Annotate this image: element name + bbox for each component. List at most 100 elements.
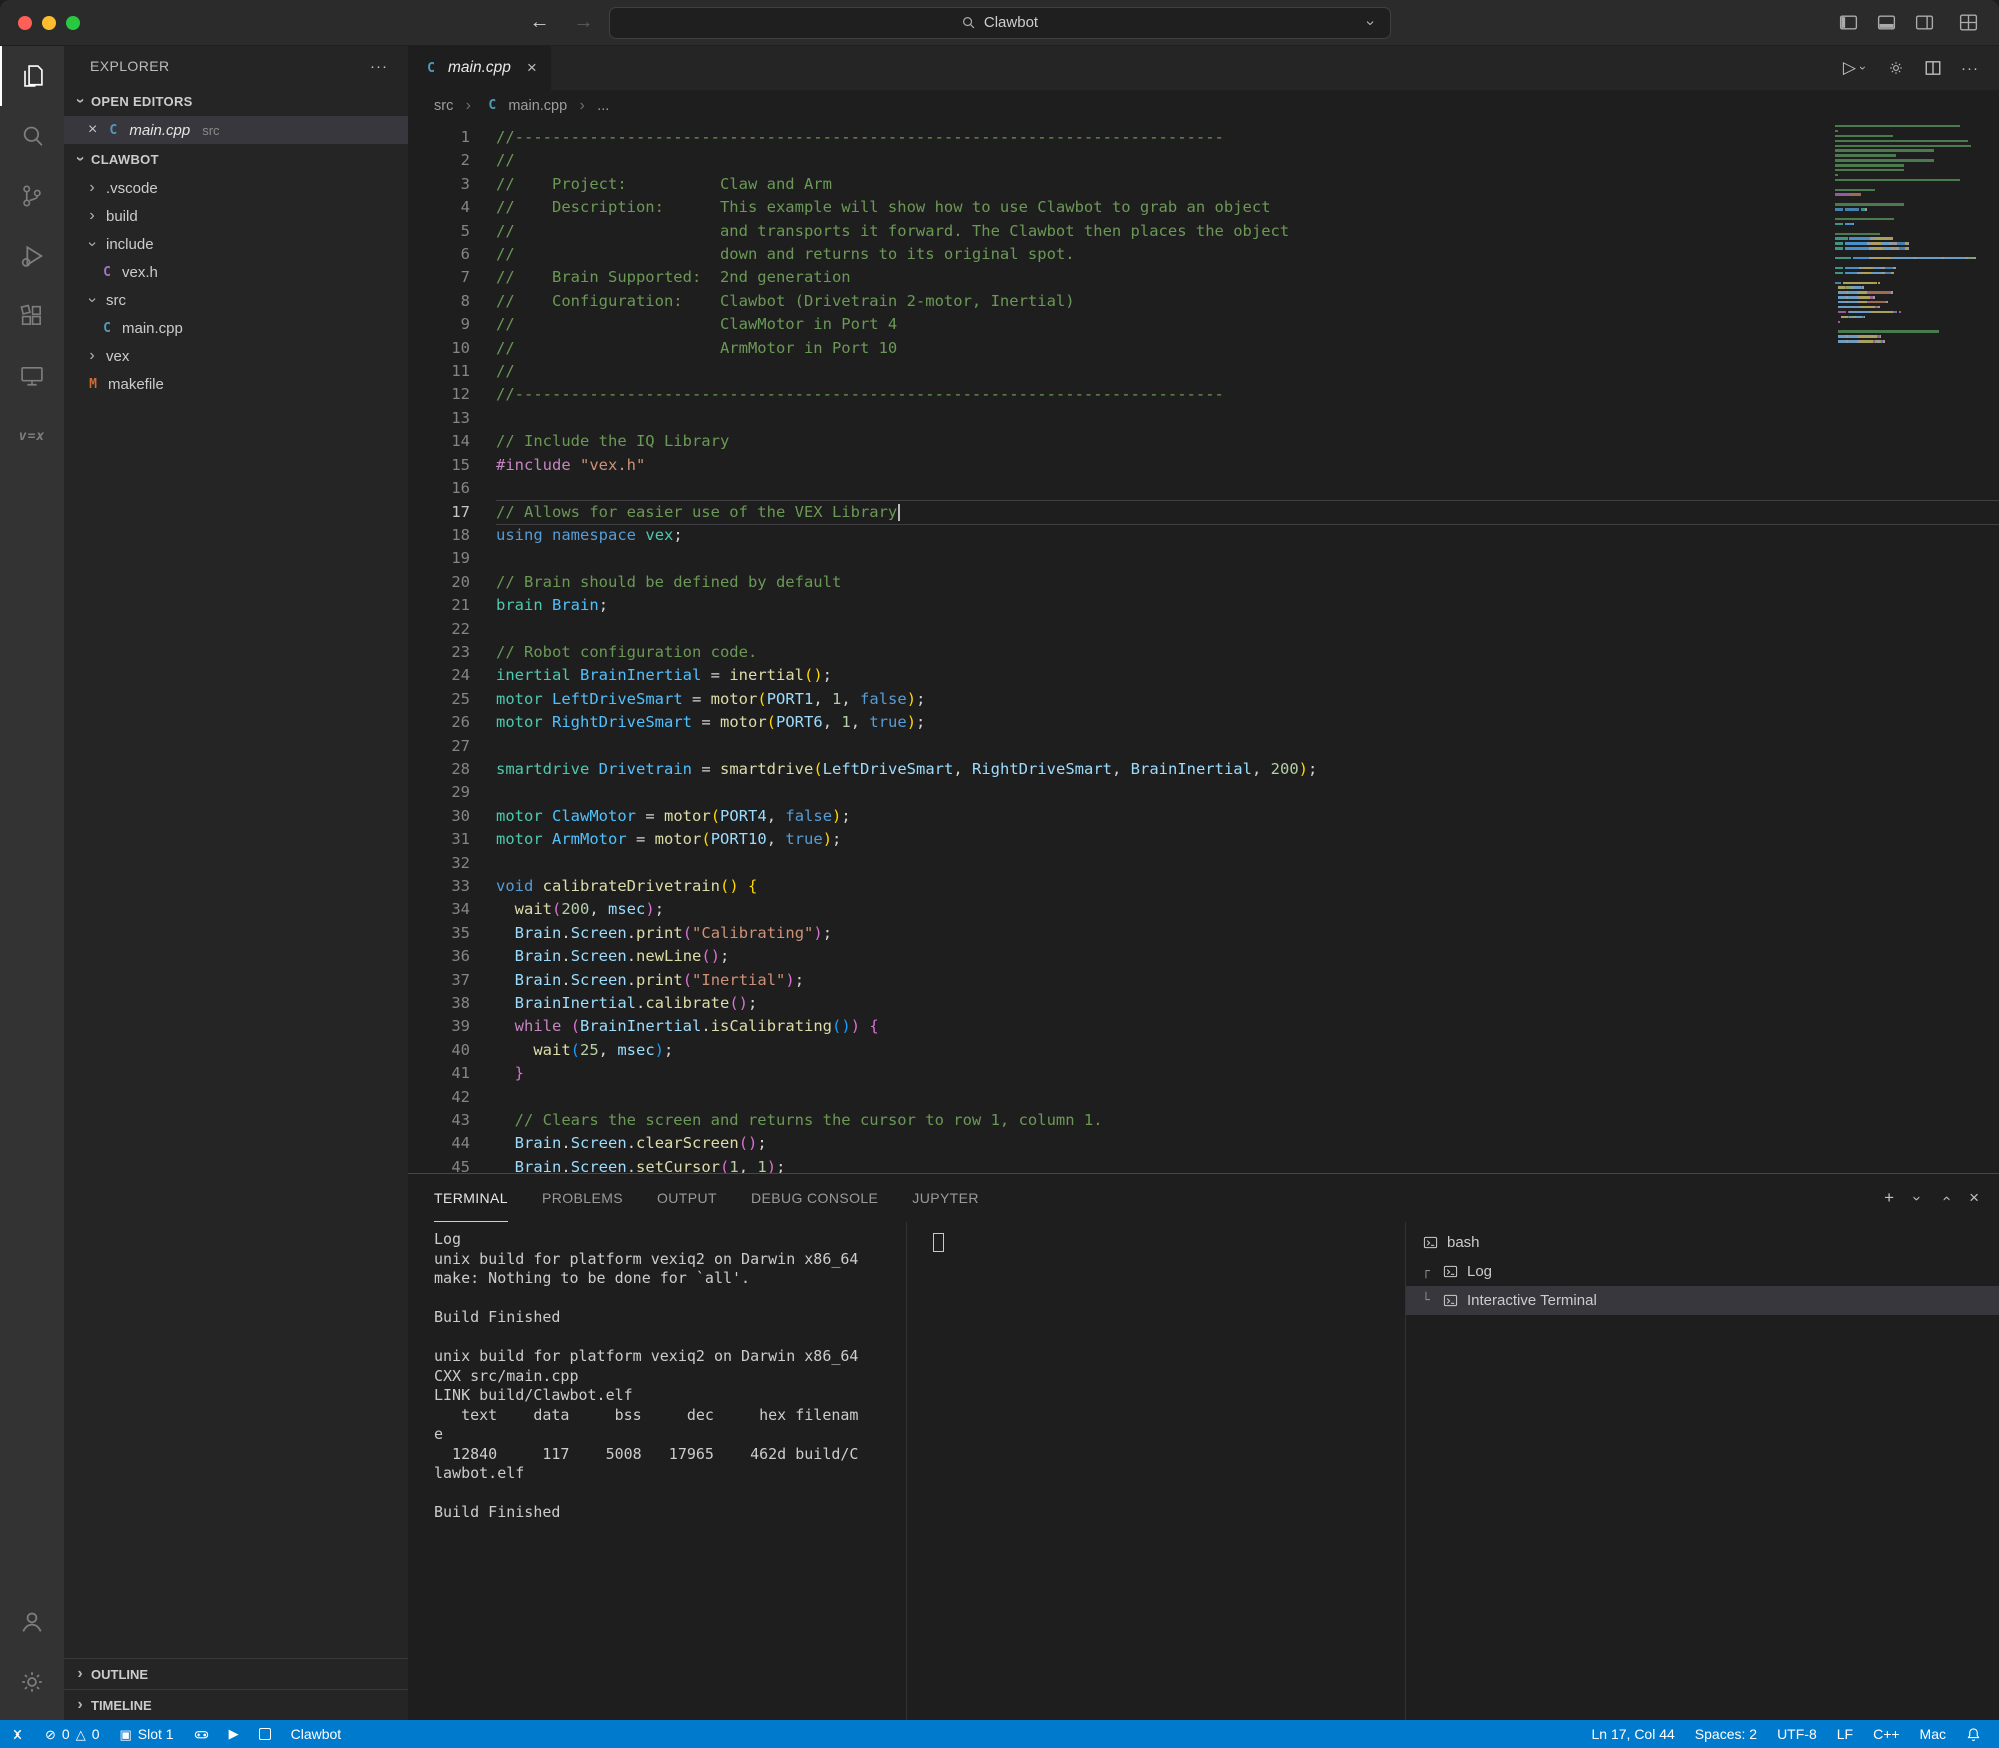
activity-run-and-debug[interactable] [0, 226, 64, 286]
code-line-23[interactable]: 23// Robot configuration code. [408, 641, 1999, 664]
split-editor-button[interactable] [1924, 59, 1942, 77]
activity-explorer[interactable] [0, 46, 64, 106]
panel-tab-problems[interactable]: PROBLEMS [542, 1174, 623, 1222]
activity-settings[interactable] [0, 1652, 64, 1712]
line-number[interactable]: 39 [408, 1015, 496, 1038]
line-number[interactable]: 25 [408, 688, 496, 711]
line-number[interactable]: 18 [408, 524, 496, 547]
line-number[interactable]: 13 [408, 407, 496, 430]
tree-folder-src[interactable]: › src [64, 286, 408, 314]
code-line-28[interactable]: 28 smartdrive Drivetrain = smartdrive(Lef… [408, 758, 1999, 781]
breadcrumb-main-cpp[interactable]: main.cpp [508, 98, 567, 114]
more-actions-button[interactable]: ··· [1961, 60, 1979, 77]
line-number[interactable]: 11 [408, 360, 496, 383]
outline-section[interactable]: › OUTLINE [64, 1658, 408, 1689]
line-number[interactable]: 5 [408, 220, 496, 243]
code-line-31[interactable]: 31 motor ArmMotor = motor(PORT10, true); [408, 828, 1999, 851]
encoding-indicator[interactable]: UTF-8 [1767, 1720, 1827, 1748]
line-number[interactable]: 9 [408, 313, 496, 336]
project-header[interactable]: › CLAWBOT [64, 144, 408, 174]
toggle-sidebar-right-button[interactable] [1914, 12, 1935, 33]
code-line-5[interactable]: 5// and transports it forward. The Clawb… [408, 220, 1999, 243]
activity-extensions[interactable] [0, 286, 64, 346]
code-editor[interactable]: 1//-------------------------------------… [408, 121, 1999, 1173]
code-line-29[interactable]: 29 [408, 781, 1999, 804]
breadcrumb-symbol[interactable]: ... [597, 98, 609, 114]
code-line-37[interactable]: 37 Brain.Screen.print("Inertial"); [408, 969, 1999, 992]
timeline-section[interactable]: › TIMELINE [64, 1689, 408, 1720]
code-line-10[interactable]: 10// ArmMotor in Port 10 [408, 337, 1999, 360]
new-terminal-button[interactable]: + [1884, 1188, 1894, 1208]
settings-gear-icon[interactable] [1887, 59, 1905, 77]
command-center[interactable]: Clawbot › [608, 6, 1391, 39]
mac-minimize-button[interactable] [42, 15, 56, 30]
line-number[interactable]: 29 [408, 781, 496, 804]
activity-source-control[interactable] [0, 166, 64, 226]
code-line-40[interactable]: 40 wait(25, msec); [408, 1039, 1999, 1062]
mac-close-button[interactable] [18, 15, 32, 30]
tree-file-makefile[interactable]: Mmakefile [64, 370, 408, 398]
line-number[interactable]: 35 [408, 922, 496, 945]
run-program-button[interactable]: ▶ [219, 1720, 249, 1748]
code-line-22[interactable]: 22 [408, 618, 1999, 641]
code-line-2[interactable]: 2// [408, 149, 1999, 172]
code-line-9[interactable]: 9// ClawMotor in Port 4 [408, 313, 1999, 336]
tree-folder-build[interactable]: › build [64, 202, 408, 230]
line-number[interactable]: 45 [408, 1156, 496, 1173]
terminal-log-pane[interactable]: Log unix build for platform vexiq2 on Dar… [408, 1222, 907, 1720]
code-line-24[interactable]: 24 inertial BrainInertial = inertial(); [408, 664, 1999, 687]
code-line-35[interactable]: 35 Brain.Screen.print("Calibrating"); [408, 922, 1999, 945]
code-line-25[interactable]: 25 motor LeftDriveSmart = motor(PORT1, 1,… [408, 688, 1999, 711]
close-panel-button[interactable]: × [1969, 1188, 1979, 1208]
terminal-item-bash[interactable]: bash [1406, 1228, 1999, 1257]
stop-program-button[interactable] [249, 1720, 281, 1748]
tree-folder-vex[interactable]: › vex [64, 342, 408, 370]
terminal-item-log[interactable]: ┌ Log [1406, 1257, 1999, 1286]
activity-search[interactable] [0, 106, 64, 166]
tab-main-cpp[interactable]: C main.cpp × [408, 46, 551, 90]
line-number[interactable]: 1 [408, 126, 496, 149]
problems-indicator[interactable]: ⊘ 0 △ 0 [35, 1720, 110, 1748]
line-number[interactable]: 17 [408, 501, 496, 524]
line-number[interactable]: 10 [408, 337, 496, 360]
slot-selector[interactable]: ▣ Slot 1 [110, 1720, 184, 1748]
more-actions-icon[interactable]: ··· [370, 58, 388, 75]
tree-folder-vscode[interactable]: › .vscode [64, 174, 408, 202]
cursor-position[interactable]: Ln 17, Col 44 [1582, 1720, 1685, 1748]
line-number[interactable]: 38 [408, 992, 496, 1015]
forward-button[interactable]: → [574, 11, 594, 34]
controller-button[interactable] [184, 1720, 219, 1748]
code-line-41[interactable]: 41 } [408, 1062, 1999, 1085]
line-number[interactable]: 37 [408, 969, 496, 992]
line-number[interactable]: 36 [408, 945, 496, 968]
tree-folder-include[interactable]: › include [64, 230, 408, 258]
line-number[interactable]: 15 [408, 454, 496, 477]
line-number[interactable]: 42 [408, 1086, 496, 1109]
line-number[interactable]: 8 [408, 290, 496, 313]
code-line-4[interactable]: 4// Description: This example will show … [408, 196, 1999, 219]
code-line-38[interactable]: 38 BrainInertial.calibrate(); [408, 992, 1999, 1015]
code-line-15[interactable]: 15 #include "vex.h" [408, 454, 1999, 477]
toggle-panel-button[interactable] [1876, 12, 1897, 33]
code-line-7[interactable]: 7// Brain Supported: 2nd generation [408, 266, 1999, 289]
code-line-21[interactable]: 21 brain Brain; [408, 594, 1999, 617]
code-line-12[interactable]: 12//------------------------------------… [408, 383, 1999, 406]
code-line-30[interactable]: 30 motor ClawMotor = motor(PORT4, false); [408, 805, 1999, 828]
line-number[interactable]: 43 [408, 1109, 496, 1132]
code-line-17[interactable]: 17// Allows for easier use of the VEX Li… [408, 501, 1999, 524]
code-line-27[interactable]: 27 [408, 735, 1999, 758]
code-line-18[interactable]: 18 using namespace vex; [408, 524, 1999, 547]
line-number[interactable]: 40 [408, 1039, 496, 1062]
line-number[interactable]: 3 [408, 173, 496, 196]
panel-tab-debug-console[interactable]: DEBUG CONSOLE [751, 1174, 878, 1222]
panel-tab-jupyter[interactable]: JUPYTER [912, 1174, 979, 1222]
line-number[interactable]: 44 [408, 1132, 496, 1155]
code-line-20[interactable]: 20// Brain should be defined by default [408, 571, 1999, 594]
line-number[interactable]: 6 [408, 243, 496, 266]
code-line-34[interactable]: 34 wait(200, msec); [408, 898, 1999, 921]
code-line-42[interactable]: 42 [408, 1086, 1999, 1109]
code-line-45[interactable]: 45 Brain.Screen.setCursor(1, 1); [408, 1156, 1999, 1173]
code-line-1[interactable]: 1//-------------------------------------… [408, 126, 1999, 149]
panel-tab-terminal[interactable]: TERMINAL [434, 1174, 508, 1222]
line-number[interactable]: 28 [408, 758, 496, 781]
